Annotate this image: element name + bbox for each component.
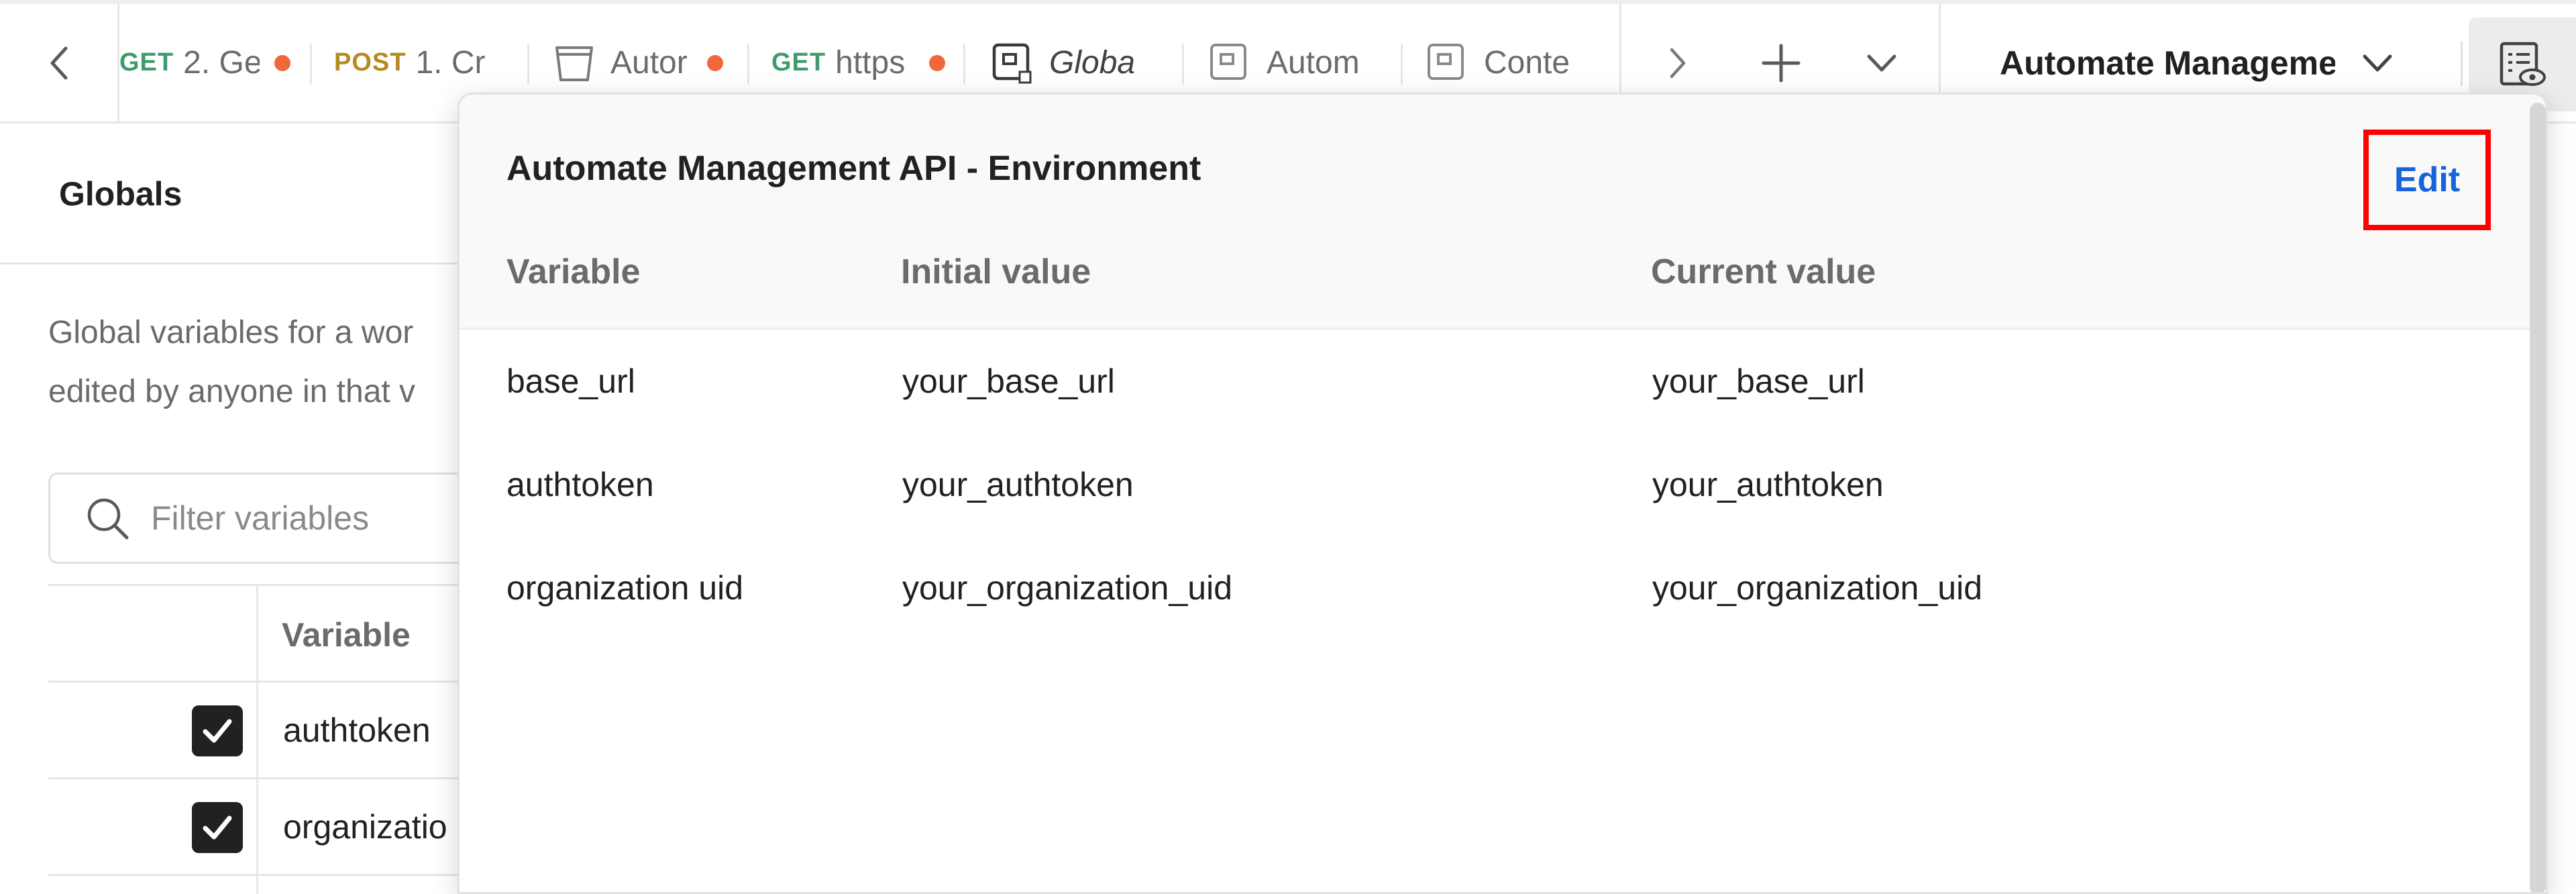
column-header-initial-value: Initial value	[901, 252, 1091, 291]
current-value: your_authtoken	[1652, 466, 1884, 503]
method-post-label: POST	[334, 48, 407, 77]
variable-name: organization uid	[506, 569, 744, 607]
variable-name: base_url	[506, 362, 635, 400]
table-header-row: Variable	[48, 584, 518, 681]
filter-variables-input[interactable]	[150, 498, 485, 538]
tab-label: https	[835, 45, 906, 81]
tab-separator	[747, 44, 749, 85]
scroll-tabs-left-button[interactable]	[0, 4, 119, 121]
column-header-current-value: Current value	[1651, 252, 1876, 291]
current-value: your_base_url	[1652, 362, 1865, 400]
environment-icon	[1210, 43, 1246, 80]
globals-description-line: Global variables for a wor	[48, 315, 414, 350]
variable-enabled-checkbox[interactable]	[192, 705, 243, 756]
initial-value: your_authtoken	[902, 466, 1134, 503]
globals-panel: Globals Global variables for a wor edite…	[0, 123, 518, 894]
globals-description-line: edited by anyone in that v	[48, 374, 416, 409]
table-row	[48, 874, 518, 894]
tab-get-request-2[interactable]: GET 2. Ge	[119, 4, 295, 121]
method-get-label: GET	[771, 48, 826, 77]
chevron-left-icon	[50, 46, 67, 79]
table-row: authtoken	[48, 681, 518, 777]
tab-separator	[310, 44, 312, 85]
globals-description: Global variables for a wor edited by any…	[48, 303, 518, 421]
initial-value: your_organization_uid	[902, 569, 1233, 607]
table-row: organizatio	[48, 777, 518, 874]
initial-value: your_base_url	[902, 362, 1115, 400]
tab-separator	[1182, 44, 1184, 85]
tab-label: Autor	[610, 45, 688, 81]
tab-separator	[963, 44, 965, 85]
popover-scrollbar[interactable]	[2530, 103, 2546, 892]
tab-separator	[1401, 44, 1403, 85]
globals-header: Globals	[0, 123, 470, 264]
tab-label: 1. Cr	[415, 45, 486, 81]
environment-icon	[992, 43, 1032, 83]
column-header-variable: Variable	[506, 252, 641, 291]
plus-icon	[1762, 44, 1801, 82]
unsaved-dot	[707, 54, 723, 71]
variable-name: authtoken	[506, 466, 654, 503]
column-header-variable: Variable	[282, 616, 411, 654]
unsaved-dot	[274, 54, 291, 71]
variable-enabled-checkbox[interactable]	[192, 802, 243, 853]
environment-quick-look-popover: Automate Management API - Environment Ed…	[458, 93, 2548, 894]
edit-environment-button[interactable]: Edit	[2363, 130, 2491, 230]
chevron-right-icon	[1670, 48, 1686, 78]
checkmark-icon	[203, 815, 232, 840]
tab-label: Autom	[1267, 45, 1358, 81]
chevron-down-icon	[2363, 54, 2392, 71]
globals-title: Globals	[59, 175, 182, 213]
variable-name[interactable]: authtoken	[283, 711, 431, 750]
tab-label: Globa	[1049, 45, 1136, 81]
tab-label: Conte	[1484, 45, 1570, 81]
collection-icon	[555, 46, 593, 81]
unsaved-dot	[929, 54, 946, 71]
chevron-down-icon	[1867, 54, 1896, 71]
variable-name[interactable]: organizatio	[283, 807, 447, 846]
environment-quick-look-icon	[2500, 42, 2546, 86]
environment-icon	[1428, 43, 1464, 80]
divider	[2461, 42, 2463, 86]
tab-label: 2. Ge	[183, 45, 260, 81]
method-get-label: GET	[119, 48, 174, 77]
tab-separator	[527, 44, 529, 85]
current-value: your_organization_uid	[1652, 569, 1983, 607]
filter-variables-field[interactable]	[48, 473, 518, 564]
environment-selector-name: Automate Managemen	[2000, 44, 2335, 82]
checkmark-icon	[203, 719, 232, 743]
quick-look-header: Automate Management API - Environment Ed…	[460, 95, 2546, 330]
quick-look-title: Automate Management API - Environment	[506, 149, 1201, 188]
search-icon	[87, 498, 129, 540]
